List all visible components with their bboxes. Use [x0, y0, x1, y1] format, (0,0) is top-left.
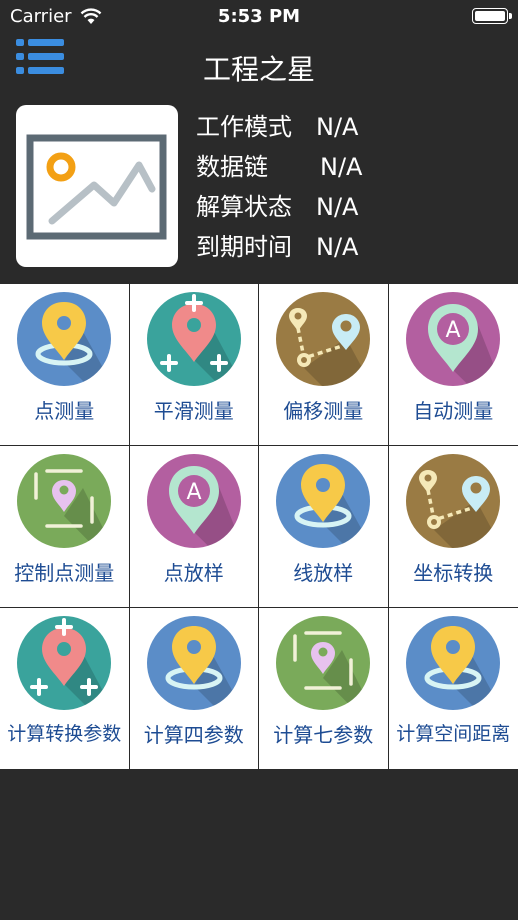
pin-plus-icon [17, 616, 112, 710]
info-key: 解算状态 [196, 193, 292, 221]
info-value: N/A [316, 113, 359, 141]
svg-text:A: A [186, 480, 201, 505]
page-title: 工程之星 [202, 53, 315, 86]
route-offset-icon [406, 454, 501, 548]
tile-label: 坐标转换 [413, 561, 494, 585]
tile-label: 点放样 [163, 561, 224, 585]
info-row-expiry: 到期时间 N/A [196, 228, 362, 268]
pin-frame-icon [276, 616, 371, 710]
tile-calc-spatial-distance[interactable]: 计算空间距离 [388, 608, 518, 770]
info-value: N/A [316, 193, 359, 221]
pin-ring-icon [276, 454, 371, 548]
tile-calc-transform-params[interactable]: 计算转换参数 [0, 608, 130, 770]
battery-icon [472, 8, 512, 24]
tile-label: 自动测量 [413, 399, 494, 423]
tile-offset-survey[interactable]: 偏移测量 [259, 284, 389, 446]
info-row-datalink: 数据链 N/A [196, 148, 362, 188]
svg-text:A: A [446, 318, 461, 343]
tile-label: 偏移测量 [283, 399, 364, 423]
info-row-solution-status: 解算状态 N/A [196, 188, 362, 228]
tile-point-stakeout[interactable]: A 点放样 [129, 446, 259, 608]
tile-control-point-survey[interactable]: 控制点测量 [0, 446, 130, 608]
tile-auto-survey[interactable]: A 自动测量 [388, 284, 518, 446]
tile-label: 计算七参数 [273, 723, 374, 747]
pin-frame-icon [17, 454, 112, 548]
tile-label: 计算四参数 [143, 723, 244, 747]
status-bar: Carrier 5:53 PM [0, 0, 518, 34]
tile-calc-seven-params[interactable]: 计算七参数 [259, 608, 389, 770]
tile-calc-four-params[interactable]: 计算四参数 [129, 608, 259, 770]
tile-label: 线放样 [293, 561, 354, 585]
status-info: 工作模式 N/A 数据链 N/A 解算状态 N/A 到期时间 N/A [196, 108, 362, 268]
tile-label: 点测量 [34, 399, 95, 423]
tile-label: 计算转换参数 [7, 723, 122, 745]
function-grid: 点测量 平滑测量 偏移测量 A 自动测量 控制点测量 A 点放样 线放样 坐标转… [0, 284, 518, 770]
tile-label: 计算空间距离 [396, 723, 511, 745]
info-key: 数据链 [196, 153, 268, 181]
tile-coordinate-transform[interactable]: 坐标转换 [388, 446, 518, 608]
device-image [16, 105, 178, 267]
info-value: N/A [316, 233, 359, 261]
tile-label: 平滑测量 [153, 399, 234, 423]
info-value: N/A [320, 153, 363, 181]
pin-a-icon: A [406, 292, 501, 386]
pin-ring-icon [146, 616, 241, 710]
info-row-work-mode: 工作模式 N/A [196, 108, 362, 148]
pin-ring-icon [406, 616, 501, 710]
tile-smooth-survey[interactable]: 平滑测量 [129, 284, 259, 446]
pin-ring-icon [17, 292, 112, 386]
image-placeholder-icon [26, 134, 167, 240]
info-key: 工作模式 [196, 113, 292, 141]
clock: 5:53 PM [217, 6, 301, 27]
pin-a-icon: A [146, 454, 241, 548]
pin-plus-icon [146, 292, 241, 386]
tile-label: 控制点测量 [14, 561, 115, 585]
tile-point-survey[interactable]: 点测量 [0, 284, 130, 446]
route-offset-icon [276, 292, 371, 386]
info-key: 到期时间 [196, 233, 292, 261]
tile-line-stakeout[interactable]: 线放样 [259, 446, 389, 608]
